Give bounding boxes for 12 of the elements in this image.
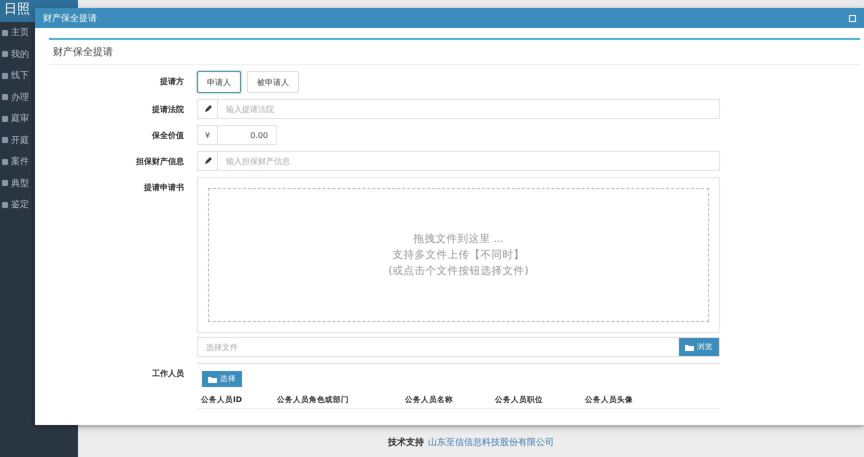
footer-label: 技术支持: [388, 436, 424, 448]
field-label: 提请申请书: [142, 182, 184, 193]
drop-hint: (或点击个文件按钮选择文件): [388, 264, 529, 279]
field-label: 提请方: [158, 76, 184, 87]
drop-hint: 拖拽文件到这里 ...: [413, 232, 504, 247]
field-label: 提请法院: [150, 104, 184, 115]
currency-symbol: ¥: [204, 130, 210, 140]
field-label: 工作人员: [151, 368, 184, 379]
panel-title: 财产保全提请: [49, 40, 860, 65]
field-label: 保全价值: [150, 130, 184, 141]
drop-hint: 支持多文件上传【不同时】: [392, 248, 524, 263]
field-label: 担保财产信息: [134, 156, 184, 167]
